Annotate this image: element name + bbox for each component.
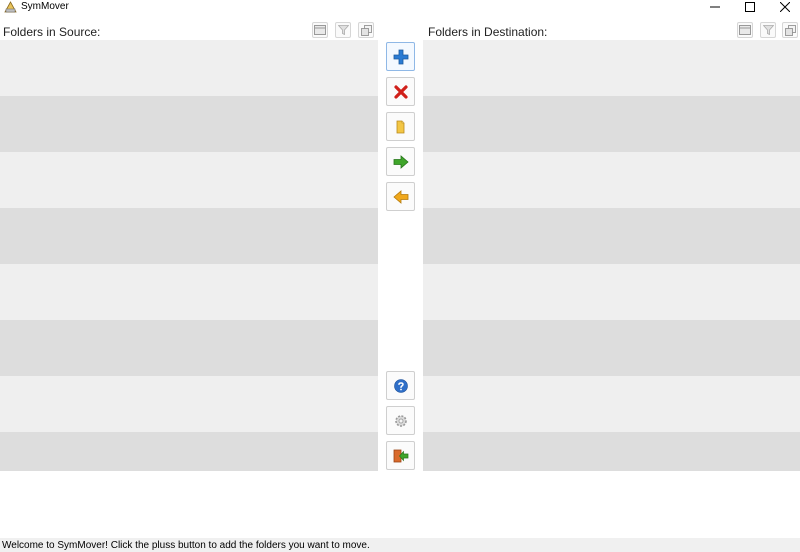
copy-icon (784, 24, 796, 36)
list-item[interactable] (0, 264, 378, 320)
list-item[interactable] (0, 152, 378, 208)
list-item[interactable] (423, 152, 800, 208)
list-item[interactable] (0, 208, 378, 264)
list-item[interactable] (423, 376, 800, 432)
list-item[interactable] (423, 208, 800, 264)
list-item[interactable] (423, 40, 800, 96)
list-item[interactable] (0, 96, 378, 152)
help-icon (393, 378, 408, 393)
move-left-icon (392, 189, 408, 204)
move-to-source-button[interactable] (386, 182, 415, 211)
list-item[interactable] (423, 320, 800, 376)
title-bar: SymMover (0, 0, 800, 14)
help-button[interactable] (386, 371, 415, 400)
move-to-destination-button[interactable] (386, 147, 415, 176)
close-button[interactable] (768, 0, 800, 14)
filter-icon (762, 25, 774, 35)
minimize-icon (710, 6, 720, 8)
destination-filter-button[interactable] (760, 22, 776, 38)
maximize-icon (745, 2, 755, 12)
destination-panel-label: Folders in Destination: (428, 25, 548, 39)
copy-icon (360, 24, 372, 36)
add-folder-button[interactable] (386, 42, 415, 71)
columns-icon (739, 25, 751, 35)
source-copy-button[interactable] (358, 22, 374, 38)
window-title: SymMover (21, 1, 69, 12)
source-folder-list[interactable] (0, 40, 378, 471)
list-item[interactable] (0, 376, 378, 432)
settings-button[interactable] (386, 406, 415, 435)
list-item[interactable] (423, 264, 800, 320)
list-item[interactable] (423, 432, 800, 471)
columns-icon (314, 25, 326, 35)
source-filter-button[interactable] (335, 22, 351, 38)
folder-icon (396, 120, 404, 133)
symmover-app-icon (4, 1, 17, 13)
status-bar: Welcome to SymMover! Click the pluss but… (0, 538, 800, 552)
source-columns-button[interactable] (312, 22, 328, 38)
settings-icon (394, 414, 407, 427)
maximize-button[interactable] (733, 0, 767, 14)
status-message: Welcome to SymMover! Click the pluss but… (2, 540, 370, 551)
move-right-icon (393, 154, 409, 169)
destination-columns-button[interactable] (737, 22, 753, 38)
destination-folder-list[interactable] (423, 40, 800, 471)
exit-icon (393, 449, 408, 462)
list-item[interactable] (0, 320, 378, 376)
minimize-button[interactable] (698, 0, 732, 14)
destination-copy-button[interactable] (782, 22, 798, 38)
list-item[interactable] (0, 432, 378, 471)
open-folder-button[interactable] (386, 112, 415, 141)
exit-button[interactable] (386, 441, 415, 470)
list-item[interactable] (423, 96, 800, 152)
source-panel-label: Folders in Source: (3, 25, 101, 39)
remove-folder-button[interactable] (386, 77, 415, 106)
list-item[interactable] (0, 40, 378, 96)
remove-icon (393, 84, 408, 99)
add-icon (393, 49, 408, 64)
filter-icon (337, 25, 349, 35)
close-icon (780, 2, 790, 12)
